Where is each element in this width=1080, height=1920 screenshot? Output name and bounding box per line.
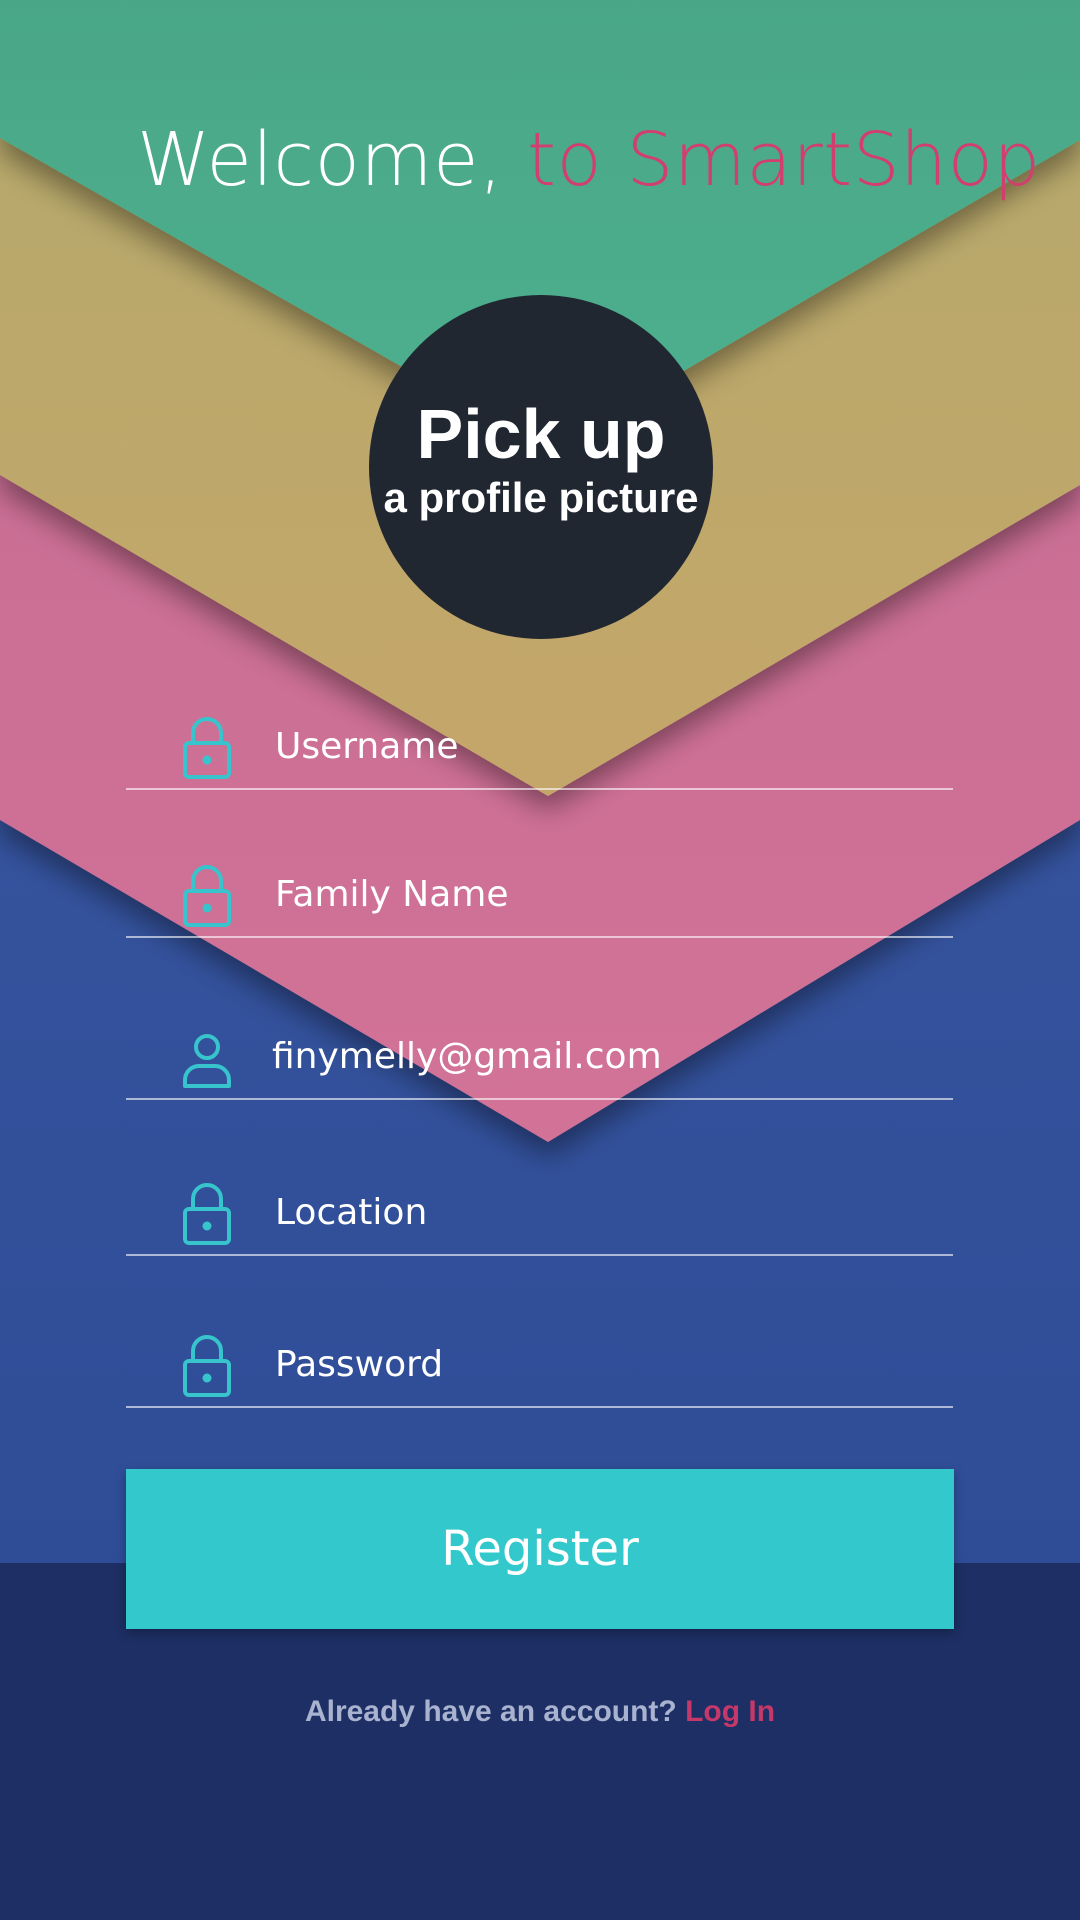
password-input[interactable] xyxy=(275,1334,915,1394)
family-name-input[interactable] xyxy=(275,864,915,924)
title-welcome: Welcome, xyxy=(137,117,504,203)
lock-icon xyxy=(183,1335,231,1397)
login-link[interactable]: Log In xyxy=(685,1695,775,1728)
login-prompt-text: Already have an account? xyxy=(304,1695,677,1728)
lock-icon xyxy=(183,865,231,927)
avatar-label-line2: a profile picture xyxy=(383,474,699,522)
password-field xyxy=(126,1326,953,1408)
location-input[interactable] xyxy=(275,1182,915,1242)
register-screen: Welcome, to SmartShop Pick up a profile … xyxy=(0,0,1080,1920)
title-app-name: to SmartShop xyxy=(527,117,1041,203)
login-prompt: Already have an account? Log In xyxy=(0,1695,1080,1729)
register-button[interactable]: Register xyxy=(126,1469,954,1629)
location-field xyxy=(126,1174,953,1256)
email-field xyxy=(126,1018,953,1100)
avatar-label-line1: Pick up xyxy=(416,395,666,474)
username-field xyxy=(126,708,953,790)
family-name-field xyxy=(126,856,953,938)
lock-icon xyxy=(183,1183,231,1245)
username-input[interactable] xyxy=(275,716,915,776)
welcome-title: Welcome, to SmartShop xyxy=(137,116,1041,205)
lock-icon xyxy=(183,717,231,779)
email-input[interactable] xyxy=(272,1026,912,1086)
profile-picture-picker[interactable]: Pick up a profile picture xyxy=(369,295,713,639)
chevron-background xyxy=(0,0,1080,1920)
user-icon xyxy=(183,1034,231,1088)
